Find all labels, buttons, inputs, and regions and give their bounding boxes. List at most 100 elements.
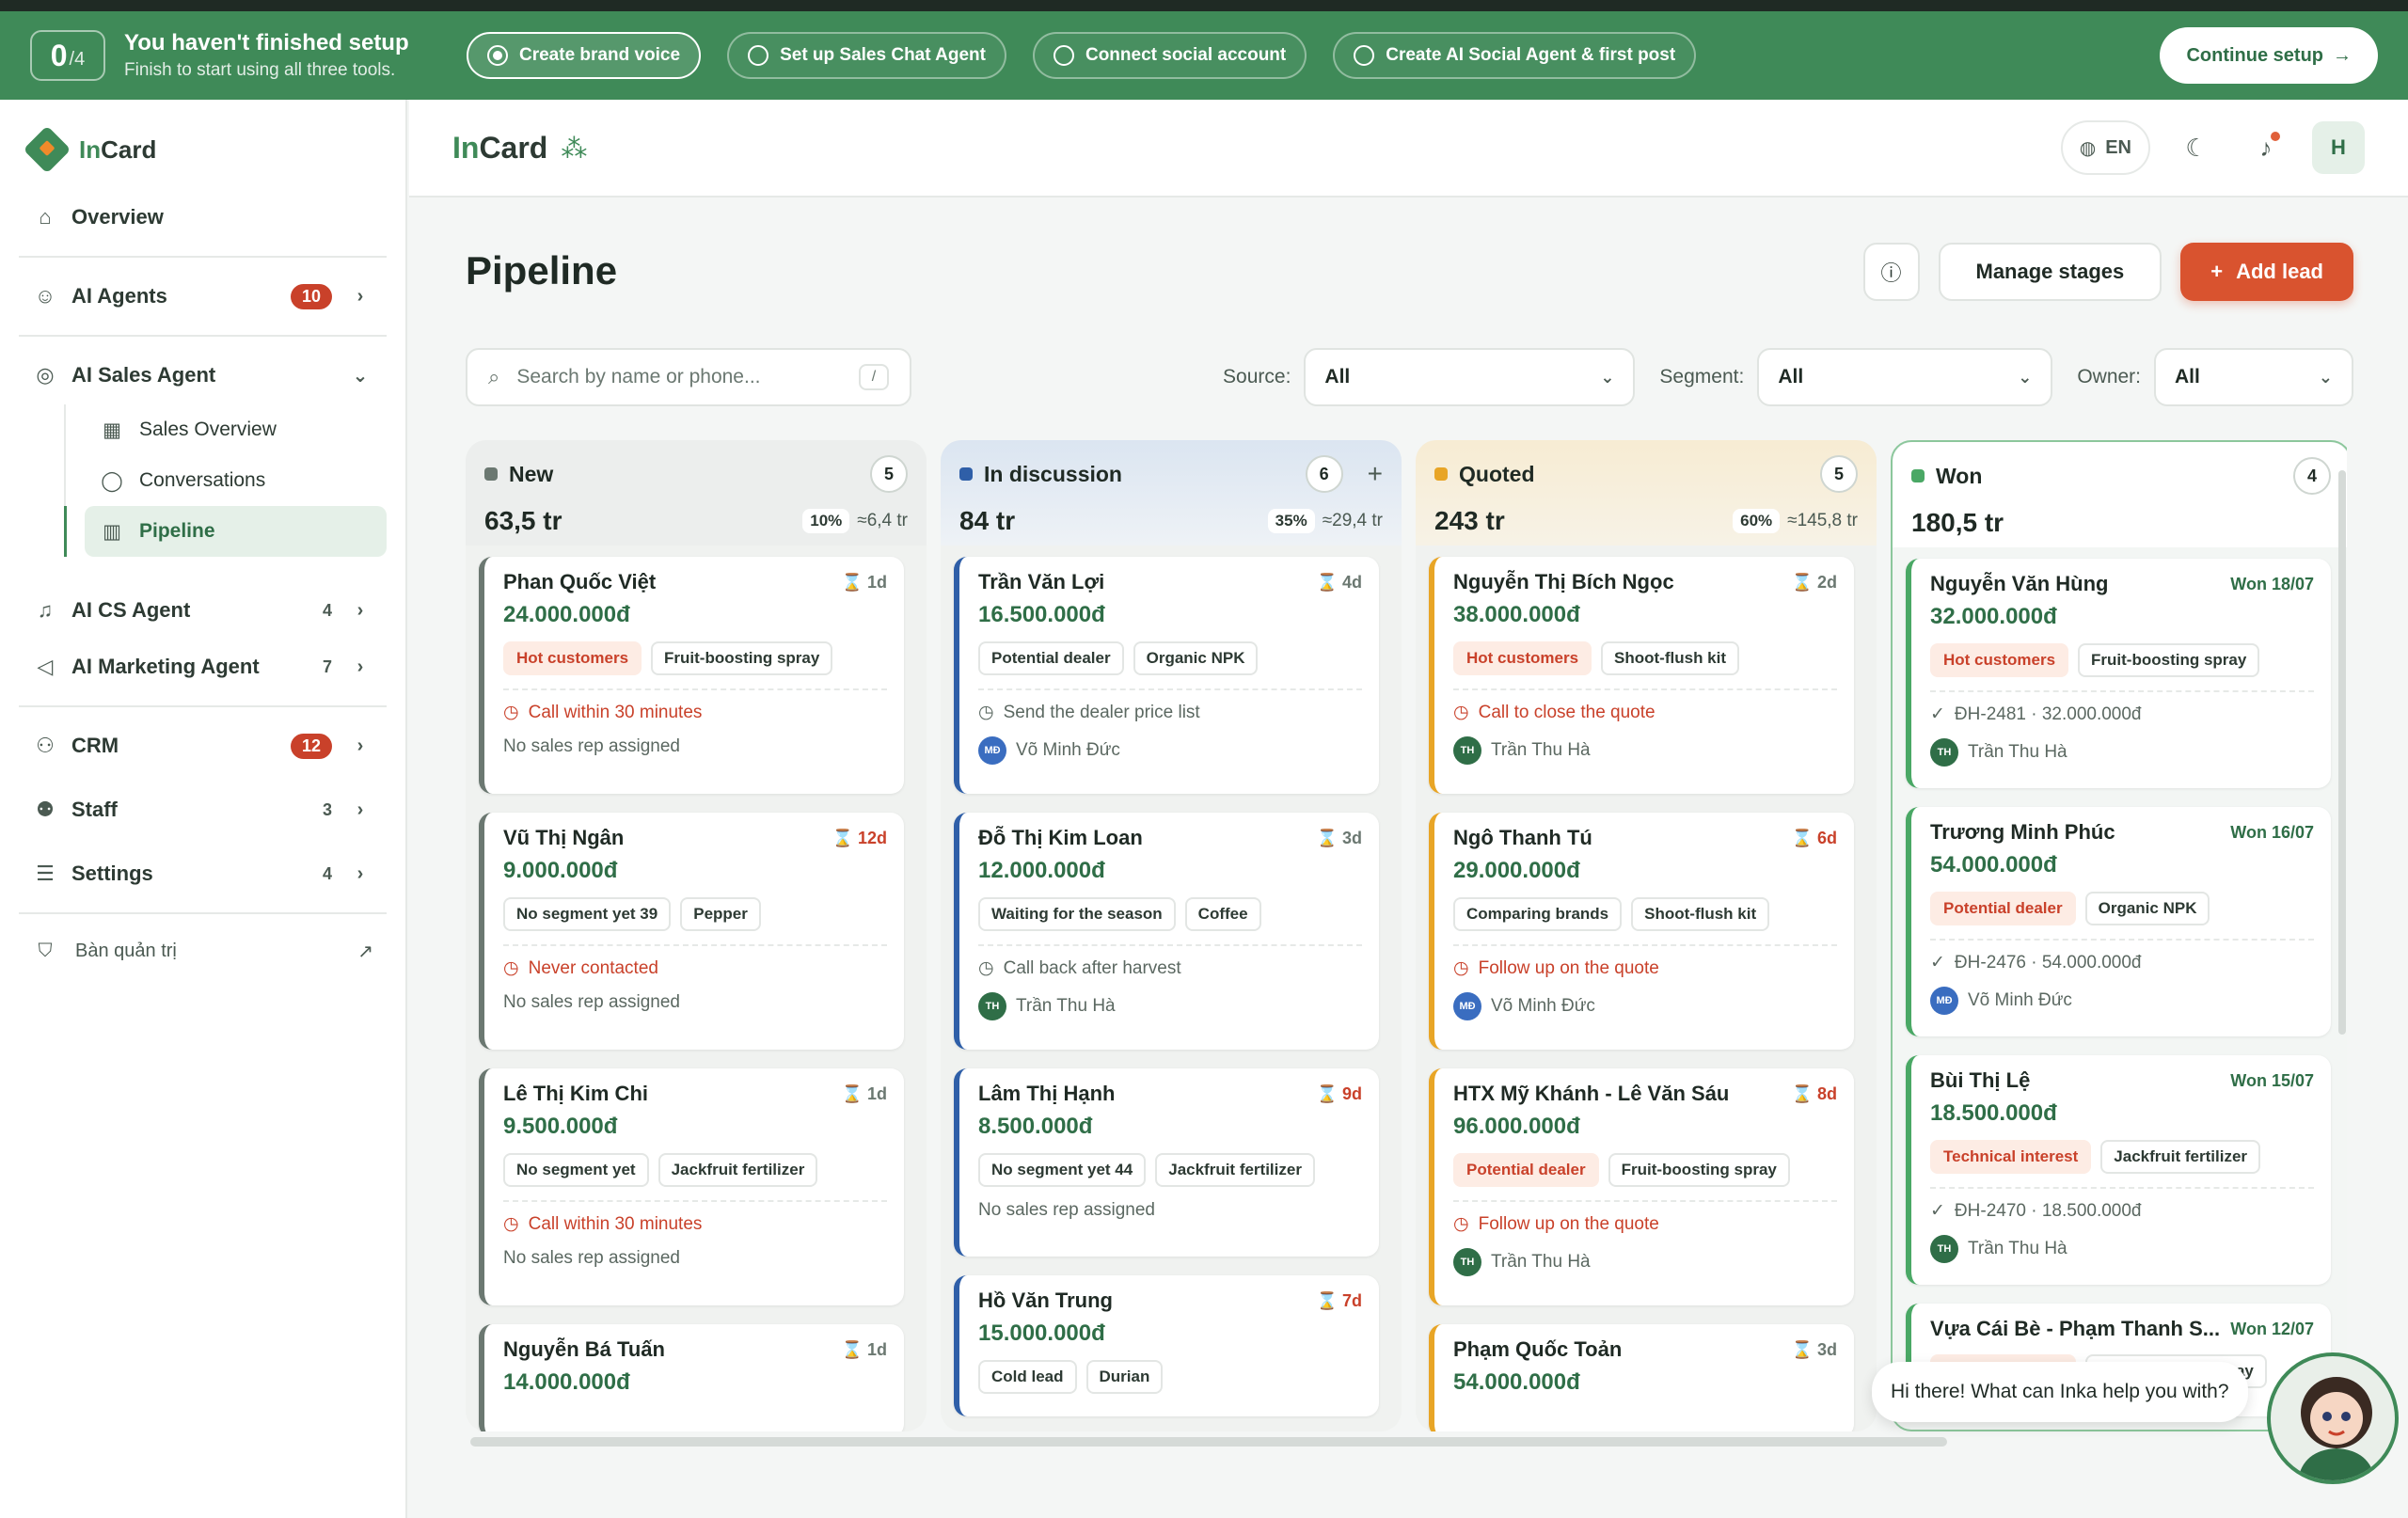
column-title: New <box>509 461 554 486</box>
lead-card[interactable]: Trương Minh Phúc Won 16/07 54.000.000đ P… <box>1906 807 2331 1036</box>
app-header: InCard ⁂ ◍ EN ☾ ♪ H <box>409 100 2408 198</box>
logo[interactable]: InCard <box>23 125 387 174</box>
lead-age: ⌛ 2d <box>1791 572 1837 592</box>
setup-step-social-agent[interactable]: Create AI Social Agent & first post <box>1333 32 1697 79</box>
won-column-scrollbar[interactable] <box>2338 470 2346 1035</box>
setup-step-brand-voice[interactable]: Create brand voice <box>467 32 702 79</box>
dark-mode-toggle[interactable]: ☾ <box>2173 124 2220 171</box>
card-tags: Potential dealer Organic NPK <box>978 641 1362 675</box>
sidebar-item-ai-sales-agent[interactable]: ◎ AI Sales Agent ⌄ <box>19 350 387 401</box>
logo-mark-icon <box>23 125 71 174</box>
lead-card[interactable]: Lê Thị Kim Chi ⌛ 1d 9.500.000đ No segmen… <box>479 1068 904 1305</box>
manage-stages-button[interactable]: Manage stages <box>1938 243 2162 301</box>
lead-card[interactable]: Phạm Quốc Toản ⌛ 3d 54.000.000đ <box>1429 1324 1854 1431</box>
lead-amount: 12.000.000đ <box>978 858 1105 883</box>
lead-card[interactable]: Vũ Thị Ngân ⌛ 12d 9.000.000đ No segment … <box>479 813 904 1050</box>
lead-name: Phan Quốc Việt <box>503 570 657 593</box>
lead-name: Đỗ Thị Kim Loan <box>978 826 1143 849</box>
card-divider <box>503 944 887 946</box>
assistant-chat-bubble[interactable]: Hi there! What can Inka help you with? <box>1872 1362 2248 1422</box>
setup-step-sales-chat-agent[interactable]: Set up Sales Chat Agent <box>727 32 1006 79</box>
assistant-mascot-avatar[interactable] <box>2267 1352 2399 1484</box>
admin-label: Bàn quản trị <box>75 940 177 961</box>
sidebar-item-conversations[interactable]: ◯ Conversations <box>85 455 387 506</box>
card-tags: No segment yet Jackfruit fertilizer <box>503 1153 887 1187</box>
card-tag: Fruit-boosting spray <box>1608 1153 1790 1187</box>
card-next-task: ◷ Never contacted <box>503 957 887 979</box>
sidebar-item-ai-marketing-agent[interactable]: ◁ AI Marketing Agent 7 › <box>19 641 387 692</box>
sidebar-item-staff[interactable]: ⚉ Staff 3 › <box>19 784 387 835</box>
card-owner: TH Trần Thu Hà <box>978 992 1362 1020</box>
users-icon: ⚇ <box>36 734 55 757</box>
lead-card[interactable]: Lâm Thị Hạnh ⌛ 9d 8.500.000đ No segment … <box>954 1068 1379 1257</box>
lead-card[interactable]: Ngô Thanh Tú ⌛ 6d 29.000.000đ Comparing … <box>1429 813 1854 1050</box>
lead-card[interactable]: Nguyễn Bá Tuấn ⌛ 1d 14.000.000đ <box>479 1324 904 1431</box>
language-switcher[interactable]: ◍ EN <box>2060 120 2150 175</box>
lead-age: Won 15/07 <box>2230 1070 2314 1090</box>
sidebar-item-sales-overview[interactable]: ▦ Sales Overview <box>85 404 387 455</box>
owner-filter-select[interactable]: All ⌄ <box>2154 348 2353 406</box>
user-avatar[interactable]: H <box>2312 121 2365 174</box>
notifications-button[interactable]: ♪ <box>2242 124 2289 171</box>
card-owner: TH Trần Thu Hà <box>1453 1248 1837 1276</box>
lead-card[interactable]: HTX Mỹ Khánh - Lê Văn Sáu ⌛ 8d 96.000.00… <box>1429 1068 1854 1305</box>
lead-card[interactable]: Bùi Thị Lệ Won 15/07 18.500.000đ Technic… <box>1906 1055 2331 1285</box>
ai-cs-agent-count: 4 <box>322 600 332 620</box>
card-task-label: Never contacted <box>528 957 658 978</box>
sidebar-item-ai-cs-agent[interactable]: ♫ AI CS Agent 4 › <box>19 585 387 636</box>
column-weighted-value: ≈6,4 tr <box>857 511 908 530</box>
clock-icon: ◷ <box>978 958 994 978</box>
segment-filter-select[interactable]: All ⌄ <box>1757 348 2053 406</box>
setup-title: You haven't finished setup <box>124 30 409 55</box>
setup-step-social-account[interactable]: Connect social account <box>1032 32 1307 79</box>
lead-card[interactable]: Hồ Văn Trung ⌛ 7d 15.000.000đ Cold lead D… <box>954 1275 1379 1416</box>
card-tag: Shoot-flush kit <box>1631 897 1770 931</box>
home-icon: ⌂ <box>39 205 52 229</box>
sidebar-item-settings[interactable]: ☰ Settings 4 › <box>19 848 387 899</box>
card-next-task: ◷ Call within 30 minutes <box>503 1213 887 1235</box>
column-weighted-value: ≈145,8 tr <box>1787 511 1858 530</box>
sidebar-item-overview[interactable]: ⌂ Overview <box>19 192 387 243</box>
sidebar-item-pipeline[interactable]: ▥ Pipeline <box>64 506 387 557</box>
card-owner: TH Trần Thu Hà <box>1453 736 1837 765</box>
sidebar-item-label: AI Sales Agent <box>71 363 216 387</box>
sidebar-item-ai-agents[interactable]: ☺ AI Agents 10 › <box>19 271 387 322</box>
lead-card[interactable]: Nguyễn Thị Bích Ngọc ⌛ 2d 38.000.000đ Ho… <box>1429 557 1854 794</box>
sidebar-item-label: Overview <box>71 205 164 229</box>
add-lead-button[interactable]: + Add lead <box>2180 243 2353 301</box>
card-divider <box>1930 939 2314 941</box>
lead-amount: 24.000.000đ <box>503 602 630 627</box>
card-divider <box>503 1200 887 1202</box>
lead-name: Trương Minh Phúc <box>1930 820 2115 844</box>
continue-setup-button[interactable]: Continue setup → <box>2160 27 2378 84</box>
globe-icon: ◍ <box>2079 137 2097 159</box>
plus-icon: + <box>2210 260 2224 283</box>
card-tags: Potential dealer Fruit-boosting spray <box>1453 1153 1837 1187</box>
brand-name: InCard <box>452 130 548 165</box>
lead-amount: 96.000.000đ <box>1453 1114 1580 1139</box>
card-tags: No segment yet 44 Jackfruit fertilizer <box>978 1153 1362 1187</box>
sidebar-item-crm[interactable]: ⚇ CRM 12 › <box>19 720 387 771</box>
add-card-button[interactable]: + <box>1368 459 1383 489</box>
lead-card[interactable]: Phan Quốc Việt ⌛ 1d 24.000.000đ Hot cust… <box>479 557 904 794</box>
owner-avatar: TH <box>1930 1235 1958 1263</box>
source-filter-select[interactable]: All ⌄ <box>1304 348 1636 406</box>
lead-card[interactable]: Trần Văn Lợi ⌛ 4d 16.500.000đ Potential … <box>954 557 1379 794</box>
owner-name: Võ Minh Đức <box>1491 996 1595 1016</box>
card-tag: Durian <box>1085 1360 1164 1394</box>
clock-icon: ◷ <box>1453 958 1469 978</box>
card-divider <box>1453 688 1837 690</box>
column-total: 180,5 tr <box>1911 508 2004 537</box>
column-count: 5 <box>1820 455 1858 493</box>
card-task-label: Call back after harvest <box>1003 957 1181 978</box>
info-button[interactable]: ⓘ <box>1862 243 1920 301</box>
lead-card[interactable]: Nguyễn Văn Hùng Won 18/07 32.000.000đ Ho… <box>1906 559 2331 788</box>
card-order-label: ĐH-2470 · 18.500.000đ <box>1954 1200 2142 1221</box>
lead-age: ⌛ 12d <box>832 828 887 847</box>
lead-card[interactable]: Đỗ Thị Kim Loan ⌛ 3d 12.000.000đ Waiting… <box>954 813 1379 1050</box>
admin-link[interactable]: ⛉ Bàn quản trị ↗ <box>19 927 387 974</box>
search-input[interactable]: ⌕ Search by name or phone... / <box>466 348 911 406</box>
external-link-icon: ↗ <box>357 941 373 962</box>
board-horizontal-scrollbar[interactable] <box>470 1437 1947 1447</box>
owner-avatar: MĐ <box>1930 987 1958 1015</box>
